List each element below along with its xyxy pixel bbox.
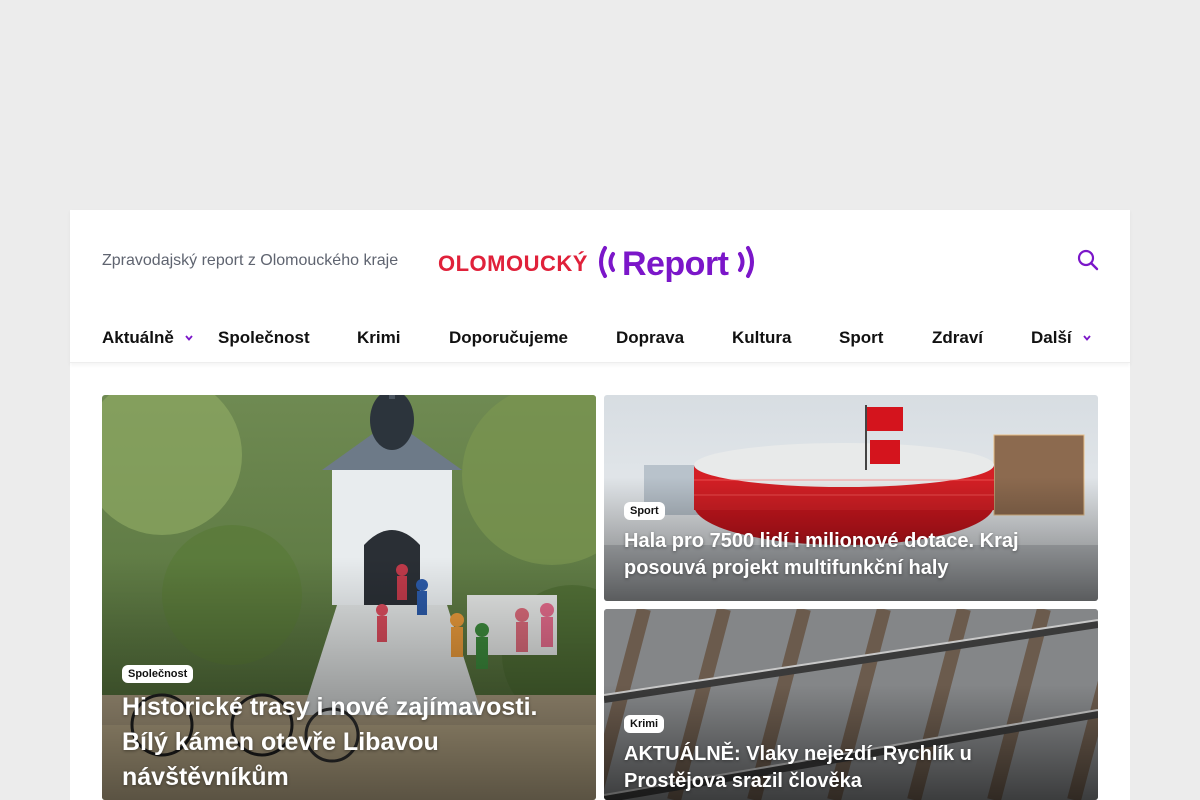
nav-item-label: Krimi — [357, 328, 401, 347]
nav-item-label: Kultura — [732, 328, 792, 347]
featured-articles: Společnost Historické trasy i nové zajím… — [102, 395, 1098, 800]
nav-item-label: Společnost — [218, 328, 310, 347]
nav-item-sport[interactable]: Sport — [839, 328, 883, 348]
chevron-down-icon — [1082, 335, 1091, 341]
nav-item-label: Doporučujeme — [449, 328, 569, 347]
article-card-featured[interactable]: Společnost Historické trasy i nové zajím… — [102, 395, 596, 800]
main-nav: Aktuálně Společnost Krimi Doporučujeme D… — [102, 328, 1098, 348]
logo-text-report: Report — [621, 244, 729, 283]
nav-item-doprava[interactable]: Doprava — [616, 328, 684, 348]
article-title[interactable]: AKTUÁLNĚ: Vlaky nejezdí. Rychlík u Prost… — [624, 741, 984, 795]
nav-item-label: Sport — [839, 328, 884, 347]
nav-item-label: Zdraví — [932, 328, 984, 347]
category-badge[interactable]: Sport — [624, 502, 665, 520]
logo-text-olomoucky: OLOMOUCKÝ — [438, 251, 588, 276]
article-card[interactable]: Krimi AKTUÁLNĚ: Vlaky nejezdí. Rychlík u… — [604, 609, 1098, 800]
chevron-down-icon — [185, 335, 193, 341]
nav-item-aktualne[interactable]: Aktuálně — [102, 328, 194, 348]
ad-space — [0, 0, 1200, 210]
nav-item-krimi[interactable]: Krimi — [357, 328, 400, 348]
article-title[interactable]: Hala pro 7500 lidí i milionové dotace. K… — [624, 528, 1054, 582]
logo-waves-right-icon — [737, 244, 757, 285]
nav-item-kultura[interactable]: Kultura — [732, 328, 792, 348]
logo-waves-icon — [596, 244, 616, 285]
nav-item-dalsi[interactable]: Další — [1031, 328, 1092, 348]
article-card[interactable]: Sport Hala pro 7500 lidí i milionové dot… — [604, 395, 1098, 601]
nav-item-spolecnost[interactable]: Společnost — [218, 328, 310, 348]
nav-item-label: Další — [1031, 328, 1072, 347]
nav-item-label: Aktuálně — [102, 328, 174, 347]
article-title[interactable]: Historické trasy i nové zajímavosti. Bíl… — [122, 690, 572, 795]
page-wrapper: Zpravodajský report z Olomouckého kraje … — [70, 210, 1130, 800]
site-logo[interactable]: OLOMOUCKÝ Report — [438, 244, 762, 284]
nav-item-zdravi[interactable]: Zdraví — [932, 328, 983, 348]
search-icon — [1077, 249, 1099, 271]
search-button[interactable] — [1076, 248, 1100, 272]
nav-item-doporucujeme[interactable]: Doporučujeme — [449, 328, 568, 348]
site-tagline: Zpravodajský report z Olomouckého kraje — [102, 252, 399, 269]
category-badge[interactable]: Krimi — [624, 715, 665, 733]
category-badge[interactable]: Společnost — [122, 665, 194, 683]
nav-item-label: Doprava — [616, 328, 685, 347]
site-header: Zpravodajský report z Olomouckého kraje … — [70, 210, 1130, 363]
